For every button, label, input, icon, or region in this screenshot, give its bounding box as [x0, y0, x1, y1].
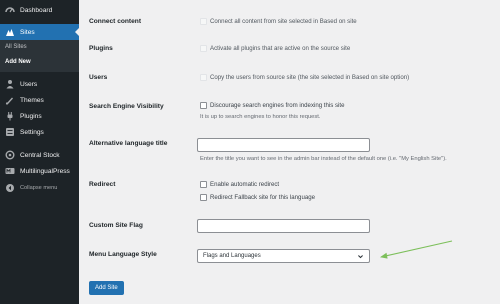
sidebar-item-dashboard[interactable]: Dashboard	[0, 2, 79, 18]
plugins-label: Plugins	[89, 45, 113, 52]
collapse-menu-button[interactable]: Collapse menu	[0, 180, 79, 196]
multilingualpress-icon	[5, 166, 15, 176]
users-checkbox[interactable]	[200, 74, 207, 81]
sidebar-item-users[interactable]: Users	[0, 76, 79, 92]
plugins-icon	[5, 111, 15, 121]
alt-language-title-input[interactable]	[197, 138, 370, 152]
custom-site-flag-input[interactable]	[197, 219, 370, 233]
sidebar-label-users: Users	[20, 80, 38, 88]
alt-language-title-label: Alternative language title	[89, 140, 168, 147]
add-site-button[interactable]: Add Site	[89, 281, 124, 295]
menu-language-style-value: Flags and Languages	[203, 253, 261, 259]
discourage-search-text: Discourage search engines from indexing …	[210, 102, 345, 109]
add-site-form: Connect content Connect all content from…	[79, 0, 500, 304]
sidebar-label-dashboard: Dashboard	[20, 6, 53, 14]
alt-language-title-description: Enter the title you want to see in the a…	[200, 156, 447, 162]
custom-site-flag-label: Custom Site Flag	[89, 222, 143, 229]
plugins-checkbox[interactable]	[200, 45, 207, 52]
users-label: Users	[89, 74, 108, 81]
connect-content-label: Connect content	[89, 18, 142, 25]
collapse-icon	[5, 183, 15, 193]
sidebar-label-plugins: Plugins	[20, 112, 42, 120]
sidebar-item-sites[interactable]: Sites	[0, 24, 79, 40]
enable-redirect-checkbox[interactable]	[200, 181, 207, 188]
redirect-fallback-checkbox[interactable]	[200, 194, 207, 201]
sidebar-label-sites: Sites	[20, 28, 35, 36]
sidebar-item-themes[interactable]: Themes	[0, 92, 79, 108]
dashboard-icon	[5, 5, 15, 15]
menu-language-style-label: Menu Language Style	[89, 251, 157, 258]
plugins-text: Activate all plugins that are active on …	[210, 45, 351, 52]
search-engine-description: It is up to search engines to honor this…	[200, 114, 321, 120]
discourage-search-checkbox[interactable]	[200, 102, 207, 109]
sites-submenu: All Sites Add New	[0, 40, 79, 72]
sidebar-item-settings[interactable]: Settings	[0, 124, 79, 140]
themes-icon	[5, 95, 15, 105]
sidebar-item-multilingualpress[interactable]: MultilingualPress	[0, 163, 79, 179]
submenu-item-all-sites[interactable]: All Sites	[5, 44, 27, 50]
chevron-down-icon	[358, 255, 363, 259]
redirect-label: Redirect	[89, 181, 116, 188]
connect-content-text: Connect all content from site selected i…	[210, 18, 357, 25]
menu-language-style-select[interactable]: Flags and Languages	[197, 249, 370, 263]
sidebar-label-multilingualpress: MultilingualPress	[20, 167, 70, 175]
admin-sidebar: Dashboard Sites All Sites Add New Users …	[0, 0, 79, 304]
collapse-menu-label: Collapse menu	[20, 185, 58, 191]
search-engine-label: Search Engine Visibility	[89, 103, 164, 110]
sidebar-item-central-stock[interactable]: Central Stock	[0, 147, 79, 163]
settings-icon	[5, 127, 15, 137]
connect-content-checkbox[interactable]	[200, 18, 207, 25]
redirect-fallback-text: Redirect Fallback site for this language	[210, 194, 316, 201]
users-icon	[5, 79, 15, 89]
users-text: Copy the users from source site (the sit…	[210, 74, 410, 81]
enable-redirect-text: Enable automatic redirect	[210, 181, 280, 188]
sidebar-label-central-stock: Central Stock	[20, 151, 60, 159]
central-stock-icon	[5, 150, 15, 160]
sidebar-label-settings: Settings	[20, 128, 44, 136]
submenu-item-add-new[interactable]: Add New	[5, 59, 31, 65]
sidebar-item-plugins[interactable]: Plugins	[0, 108, 79, 124]
sites-icon	[5, 27, 15, 37]
sidebar-label-themes: Themes	[20, 96, 44, 104]
